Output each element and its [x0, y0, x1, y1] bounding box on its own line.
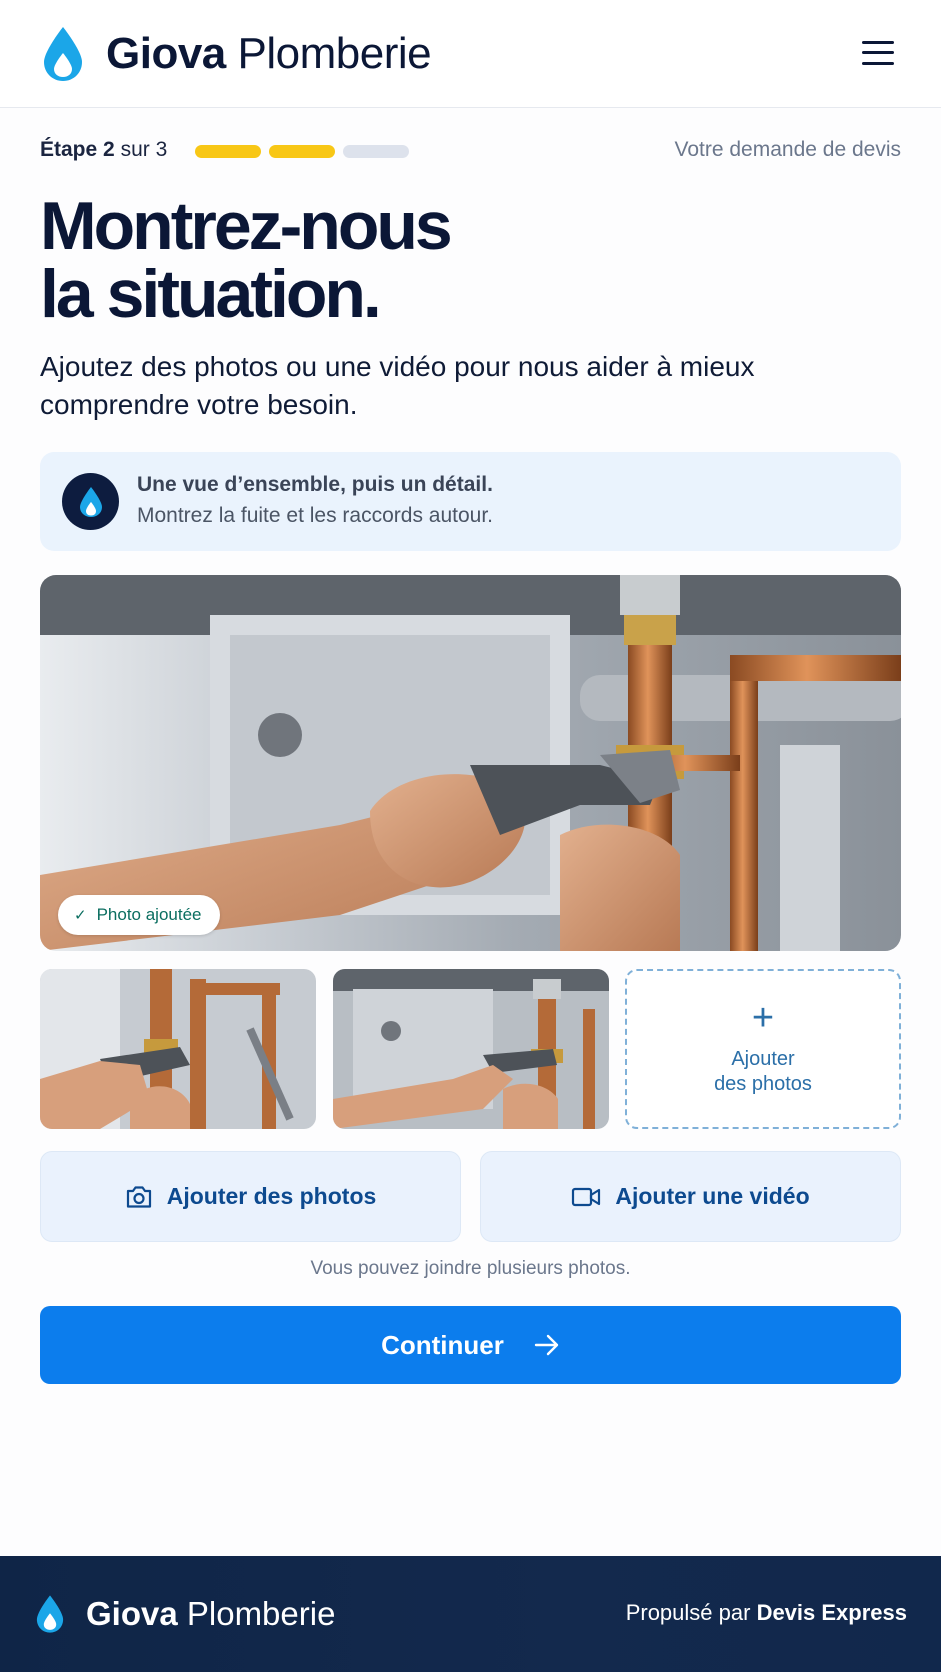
tip-text: Montrez la fuite et les raccords autour. [137, 504, 494, 527]
brand-logo[interactable]: Giova Plomberie [40, 24, 432, 84]
add-photos-tile[interactable]: + Ajouter des photos [625, 969, 901, 1129]
add-photos-button[interactable]: Ajouter des photos [40, 1151, 461, 1242]
site-header: Giova Plomberie [0, 0, 941, 108]
step-label: Étape 2 sur 3 [40, 138, 168, 161]
arrow-right-icon [534, 1334, 559, 1356]
water-drop-icon [36, 1595, 64, 1633]
continue-button[interactable]: Continuer [40, 1306, 901, 1384]
site-footer: Giova Plomberie Propulsé par Devis Expre… [0, 1556, 941, 1672]
tip-card: Une vue d’ensemble, puis un détail. Mont… [40, 452, 901, 551]
progress-segment-1 [195, 145, 261, 158]
camera-icon [126, 1185, 151, 1208]
page-title: Montrez-nous la situation. [40, 188, 453, 332]
progress-segment-3 [343, 145, 409, 158]
progress-bar [195, 145, 409, 158]
brand-name: Giova Plomberie [106, 29, 432, 78]
progress-segment-2 [269, 145, 335, 158]
quote-request-label: Votre demande de devis [674, 138, 902, 161]
page-subtitle: Ajoutez des photos ou une vidéo pour nou… [40, 351, 755, 420]
check-icon: ✓ [74, 907, 87, 924]
tip-title: Une vue d’ensemble, puis un détail. [137, 473, 493, 496]
water-drop-icon [44, 27, 82, 81]
photo-thumbnail-1[interactable] [40, 969, 316, 1129]
plus-icon: + [751, 997, 775, 1039]
video-camera-icon [572, 1187, 601, 1206]
photo-added-badge: ✓ Photo ajoutée [58, 895, 220, 935]
powered-by[interactable]: Propulsé par Devis Express [626, 1600, 907, 1626]
photo-thumbnail-2[interactable] [333, 969, 609, 1129]
add-photos-label: Ajouter des photos [166, 1183, 377, 1209]
main-photo-preview[interactable]: ✓ Photo ajoutée [40, 575, 901, 951]
continue-label: Continuer [381, 1329, 504, 1360]
add-photos-tile-label: Ajouter des photos [714, 1048, 812, 1095]
upload-hint: Vous pouvez joindre plusieurs photos. [310, 1258, 631, 1279]
add-video-label: Ajouter une vidéo [615, 1183, 810, 1209]
step-indicator: Étape 2 sur 3 Votre demande de devis [40, 136, 901, 166]
footer-brand-logo[interactable]: Giova Plomberie [34, 1594, 335, 1634]
hamburger-menu-icon[interactable] [858, 36, 898, 70]
water-drop-icon [62, 473, 119, 530]
add-video-button[interactable]: Ajouter une vidéo [480, 1151, 901, 1242]
footer-brand-name: Giova Plomberie [86, 1595, 336, 1632]
